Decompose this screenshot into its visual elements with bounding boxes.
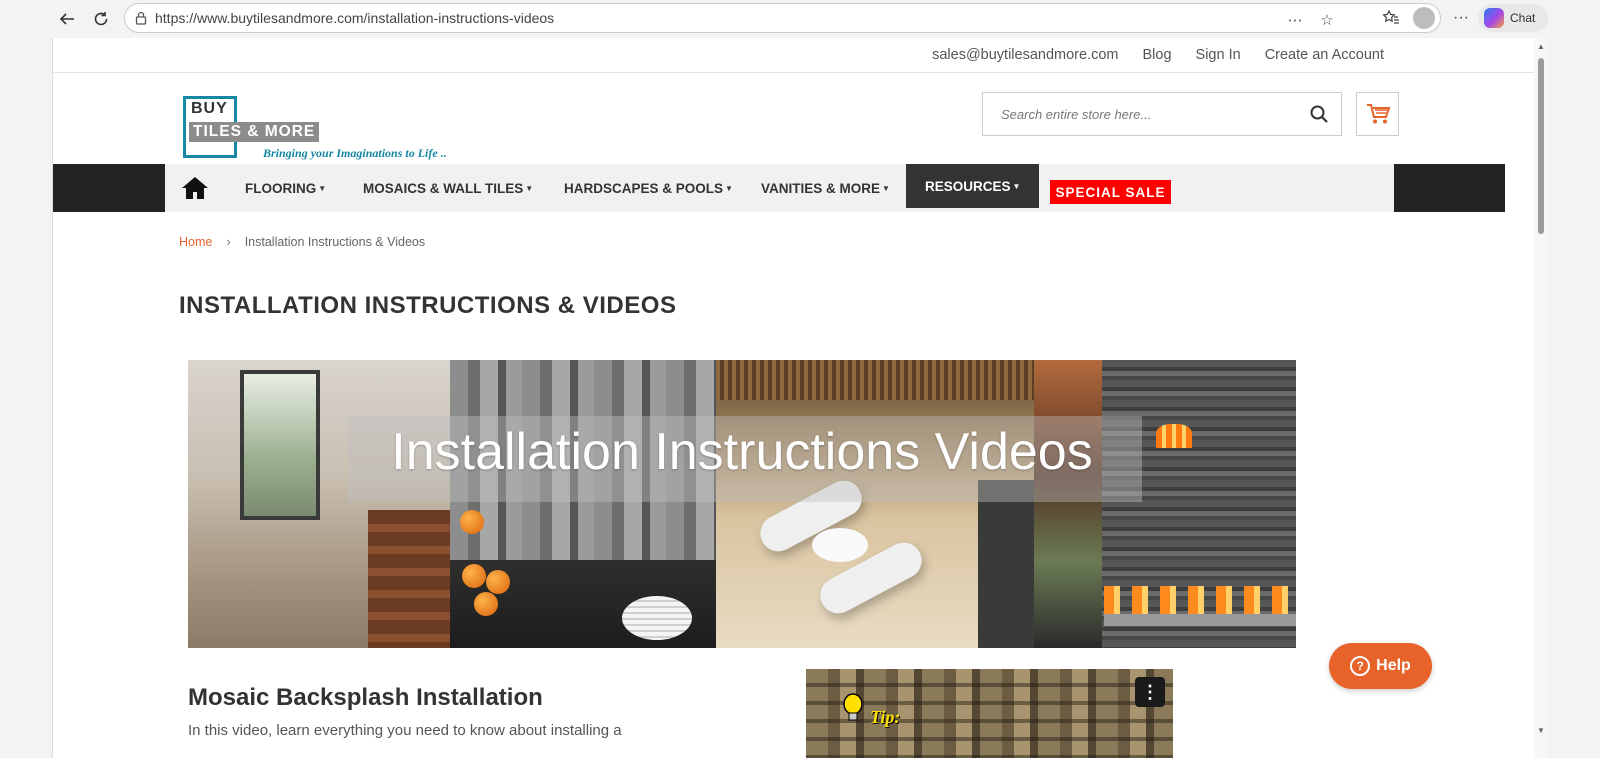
profile-avatar-icon[interactable] bbox=[1413, 7, 1435, 29]
more-options-circle-icon[interactable]: ⋯ bbox=[1286, 11, 1304, 29]
banner-panel-fireplace bbox=[1034, 360, 1296, 648]
banner-heading: Installation Instructions Videos bbox=[391, 423, 1093, 481]
header-top-links: sales@buytilesandmore.com Blog Sign In C… bbox=[932, 41, 1384, 69]
nav-item-flooring[interactable]: FLOORING ▼ bbox=[245, 164, 326, 212]
chat-label: Chat bbox=[1510, 11, 1536, 25]
search-input[interactable]: Search entire store here... bbox=[982, 92, 1342, 136]
site-logo[interactable]: BUY TILES & MORE Bringing your Imaginati… bbox=[183, 96, 473, 162]
copilot-logo-icon bbox=[1484, 8, 1504, 28]
home-icon[interactable] bbox=[181, 175, 209, 201]
banner-panel-pool bbox=[716, 360, 1034, 648]
favorite-star-icon[interactable]: ☆ bbox=[1318, 11, 1336, 29]
favorites-list-icon[interactable] bbox=[1381, 8, 1401, 28]
nav-item-resources[interactable]: RESOURCES ▼ bbox=[906, 164, 1040, 208]
reload-icon[interactable] bbox=[90, 8, 112, 30]
help-button[interactable]: ? Help bbox=[1329, 643, 1432, 689]
web-page: sales@buytilesandmore.com Blog Sign In C… bbox=[52, 38, 1534, 758]
banner-panel-mosaic bbox=[450, 360, 716, 648]
search-placeholder: Search entire store here... bbox=[1001, 106, 1152, 122]
video-section-description: In this video, learn everything you need… bbox=[188, 722, 622, 739]
create-account-link[interactable]: Create an Account bbox=[1265, 47, 1384, 63]
special-sale-link[interactable]: SPECIAL SALE bbox=[1050, 180, 1171, 204]
page-scrollbar[interactable]: ▲ ▼ bbox=[1534, 38, 1548, 758]
breadcrumb-separator-icon: › bbox=[226, 234, 231, 249]
shopping-cart-icon bbox=[1366, 104, 1390, 124]
search-icon[interactable] bbox=[1309, 104, 1329, 124]
breadcrumb-current: Installation Instructions & Videos bbox=[244, 234, 426, 249]
banner-panel-flooring bbox=[188, 360, 450, 648]
settings-more-icon[interactable]: ··· bbox=[1451, 8, 1471, 28]
breadcrumb-home-link[interactable]: Home bbox=[179, 235, 212, 249]
sign-in-link[interactable]: Sign In bbox=[1196, 47, 1241, 63]
nav-item-mosaics[interactable]: MOSAICS & WALL TILES ▼ bbox=[363, 164, 533, 212]
nav-right-filler bbox=[1394, 164, 1505, 212]
breadcrumb: Home › Installation Instructions & Video… bbox=[179, 234, 425, 249]
browser-toolbar: https://www.buytilesandmore.com/installa… bbox=[0, 0, 1600, 36]
nav-left-filler bbox=[53, 164, 165, 212]
main-navigation: FLOORING ▼ MOSAICS & WALL TILES ▼ HARDSCAP… bbox=[53, 164, 1505, 212]
hero-banner: Installation Instructions Videos bbox=[188, 360, 1296, 648]
header-divider bbox=[53, 72, 1534, 73]
blog-link[interactable]: Blog bbox=[1143, 47, 1172, 63]
logo-line2: TILES & MORE bbox=[189, 122, 320, 142]
video-player-thumbnail[interactable]: Tip: ⋮ bbox=[806, 669, 1173, 758]
video-menu-kebab-icon[interactable]: ⋮ bbox=[1135, 677, 1165, 707]
question-mark-icon: ? bbox=[1350, 656, 1371, 676]
video-tip-label: Tip: bbox=[870, 707, 901, 727]
chat-button[interactable]: Chat bbox=[1478, 4, 1548, 32]
email-link[interactable]: sales@buytilesandmore.com bbox=[932, 47, 1118, 63]
scrollbar-thumb[interactable] bbox=[1538, 58, 1544, 234]
lightbulb-icon bbox=[843, 693, 863, 721]
video-section-title: Mosaic Backsplash Installation bbox=[188, 684, 543, 711]
scroll-down-icon[interactable]: ▼ bbox=[1536, 726, 1546, 735]
logo-tagline: Bringing your Imaginations to Life .. bbox=[263, 146, 447, 160]
nav-item-vanities[interactable]: VANITIES & MORE ▼ bbox=[761, 164, 890, 212]
scroll-up-icon[interactable]: ▲ bbox=[1536, 42, 1546, 51]
lock-icon bbox=[135, 11, 147, 25]
url-text: https://www.buytilesandmore.com/installa… bbox=[155, 10, 555, 26]
page-title: INSTALLATION INSTRUCTIONS & VIDEOS bbox=[179, 292, 677, 319]
back-arrow-icon[interactable] bbox=[56, 8, 78, 30]
logo-line1: BUY bbox=[189, 100, 230, 118]
nav-item-hardscapes[interactable]: HARDSCAPES & POOLS ▼ bbox=[564, 164, 733, 212]
cart-button[interactable] bbox=[1356, 92, 1399, 136]
help-label: Help bbox=[1376, 657, 1411, 674]
address-bar[interactable]: https://www.buytilesandmore.com/installa… bbox=[124, 3, 1441, 33]
